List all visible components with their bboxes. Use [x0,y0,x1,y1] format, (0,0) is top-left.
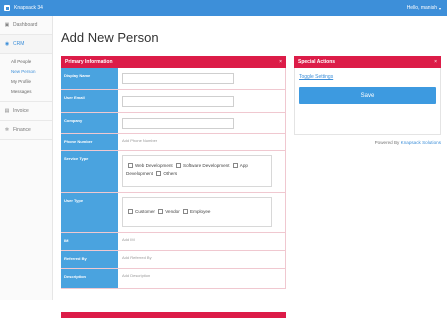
option-label: Web Development [135,163,173,168]
form-row-user-email: User Email [61,90,286,113]
field-cell [118,68,286,89]
user-greeting: Hello, manish [406,5,437,11]
form-row-phone: Phone Number Add Phone Number [61,134,286,151]
brand[interactable]: Knapsack 34 [0,5,43,11]
sidebar-item-my-profile[interactable]: My Profile [11,77,52,87]
next-panel-header [61,312,286,318]
sidebar-item-label: Invoice [13,108,29,114]
panel-title: Special Actions [298,59,336,65]
phone-input[interactable]: Add Phone Number [118,134,286,150]
form-row-display-name: Display Name [61,68,286,90]
field-cell [118,113,286,133]
form-row-company: Company [61,113,286,134]
sidebar-item-finance[interactable]: ✲ Finance [0,121,52,140]
form-row-service-type: Service Type Web Development Software De… [61,151,286,193]
panel-header: Primary Information × [61,56,286,68]
field-label: Phone Number [61,134,118,150]
invoice-icon: ▤ [4,108,10,114]
option-label: Others [163,171,178,176]
option-label: Software Development [183,163,230,168]
checkbox[interactable] [183,209,189,214]
form-row-user-type: User Type Customer Vendor Employee [61,193,286,233]
field-label: Company [61,113,118,133]
field-cell [118,90,286,112]
top-bar: Knapsack 34 Hello, manish ▾ [0,0,447,16]
description-input[interactable]: Add Description [118,269,286,288]
crm-icon: ◉ [4,41,10,47]
sidebar-item-crm[interactable]: ◉ CRM [0,35,52,54]
checkbox[interactable] [232,163,238,168]
chevron-down-icon: ▾ [438,5,441,11]
sidebar-item-invoice[interactable]: ▤ Invoice [0,102,52,121]
panel-header: Special Actions × [294,56,441,68]
powered-by: Powered By Knapsack Solutions [294,140,441,145]
app-logo-icon [4,5,10,11]
sidebar-item-dashboard[interactable]: ▣ Dashboard [0,16,52,35]
company-input[interactable] [122,118,234,129]
field-label: Service Type [61,151,118,192]
gear-icon: ✲ [4,127,10,133]
sidebar-item-messages[interactable]: Messages [11,87,52,97]
sidebar-item-label: CRM [13,41,25,47]
sidebar-item-all-people[interactable]: All People [11,57,52,67]
checkbox[interactable] [176,163,181,168]
form-row-referred-by: Referred By Add Referred By [61,251,286,269]
panel-title: Primary Information [65,59,113,65]
sidebar-item-label: Dashboard [13,22,38,28]
user-menu[interactable]: Hello, manish ▾ [407,5,447,11]
field-label: User Type [61,193,118,232]
primary-information-panel: Primary Information × Display Name User … [61,56,286,318]
app-name: Knapsack 34 [14,5,43,11]
option-label: Vendor [165,209,180,214]
field-label: Description [61,269,118,288]
close-icon[interactable]: × [279,59,282,65]
crm-submenu: All People New Person My Profile Message… [0,54,52,102]
field-label: User Email [61,90,118,112]
form-row-description: Description Add Description [61,269,286,289]
close-icon[interactable]: × [434,59,437,65]
field-cell: Web Development Software Development App… [118,151,286,192]
field-cell: Customer Vendor Employee [118,193,286,232]
display-name-input[interactable] [122,73,234,84]
sidebar-item-new-person[interactable]: New Person [11,67,52,77]
option-label: Customer [135,209,155,214]
field-label: Referred By [61,251,118,268]
user-type-options: Customer Vendor Employee [122,197,272,227]
form-row-im: IM Add IM [61,233,286,251]
checkbox[interactable] [128,163,133,168]
field-label: IM [61,233,118,250]
field-label: Display Name [61,68,118,89]
save-button[interactable]: Save [299,87,436,104]
main-content: Add New Person Primary Information × Dis… [53,16,447,318]
service-type-options: Web Development Software Development App… [122,155,272,187]
sidebar-item-label: Finance [13,127,31,133]
referred-by-input[interactable]: Add Referred By [118,251,286,268]
toggle-settings-link[interactable]: Toggle Settings [299,74,440,80]
special-actions-panel: Special Actions × Toggle Settings Save [294,56,441,135]
powered-by-text: Powered By [374,140,400,145]
option-label: Employee [190,209,211,214]
im-input[interactable]: Add IM [118,233,286,250]
sidebar: ▣ Dashboard ◉ CRM All People New Person … [0,16,53,300]
page-title: Add New Person [61,30,159,45]
dashboard-icon: ▣ [4,22,10,28]
checkbox[interactable] [156,171,162,176]
user-email-input[interactable] [122,96,234,107]
checkbox[interactable] [128,209,133,214]
company-link[interactable]: Knapsack Solutions [401,140,441,145]
checkbox[interactable] [158,209,164,214]
